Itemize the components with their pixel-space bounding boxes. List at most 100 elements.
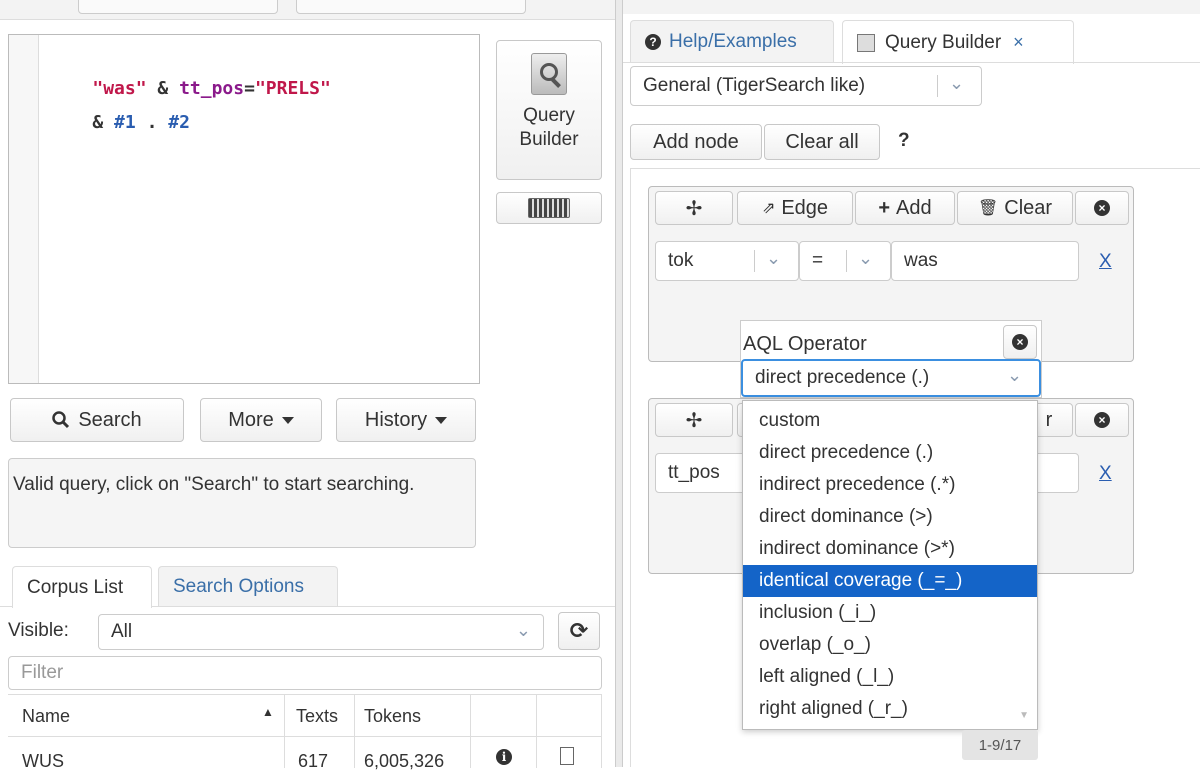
clear-all-button[interactable]: Clear all [764,124,880,160]
move-node-button[interactable]: ✢ [655,191,733,225]
visible-value: All [111,621,133,642]
times-circle-icon: × [1012,334,1028,350]
refresh-icon: ⟳ [569,618,589,643]
top-strip-button-left[interactable] [78,0,278,14]
info-icon[interactable]: i [496,749,512,765]
dropdown-option[interactable]: direct dominance (>) [743,501,1037,533]
sort-up-icon: ▲ [262,705,274,719]
column-header-texts[interactable]: Texts [296,703,338,729]
query-builder-label-1: Query [523,105,575,126]
dropdown-option[interactable]: left aligned (_l_) [743,661,1037,693]
refresh-button[interactable]: ⟳ [558,612,600,650]
column-header-name[interactable]: Name [22,703,70,729]
dropdown-option[interactable]: identical coverage (_=_) [743,565,1037,597]
table-row[interactable]: WUS 617 6,005,326 i [8,737,602,771]
dropdown-option[interactable]: indirect dominance (>*) [743,533,1037,565]
token-ref-1: #1 [114,112,136,133]
token-ref-2: #2 [168,112,190,133]
tab-query-builder[interactable]: Query Builder × [842,20,1074,64]
query-editor[interactable]: "was" & tt_pos="PRELS" & #1 . #2 [8,34,480,384]
builder-help-link[interactable]: ? [898,130,910,152]
add-node-button[interactable]: Add node [630,124,762,160]
select-divider [937,75,938,97]
dropdown-option[interactable]: overlap (_o_) [743,629,1037,661]
remove-node-button[interactable]: × [1075,191,1129,225]
chevron-down-icon: ⌄ [766,248,782,268]
visible-label: Visible: [8,620,69,641]
close-operator-button[interactable]: × [1003,325,1037,359]
query-builder-label-2: Builder [519,129,579,150]
keyboard-button[interactable] [496,192,602,224]
attribute-select[interactable]: tok ⌄ [655,241,799,281]
token-and-2: & [92,112,115,133]
top-strip-button-right[interactable] [296,0,526,14]
tab-help-examples-label: Help/Examples [669,30,797,52]
dropdown-option[interactable]: direct precedence (.) [743,437,1037,469]
dropdown-option[interactable]: inclusion (_i_) [743,597,1037,629]
tab-search-options[interactable]: Search Options [158,566,338,606]
chevron-down-icon: ⌄ [858,248,874,268]
status-message-box: Valid query, click on "Search" to start … [8,458,476,548]
tab-corpus-list[interactable]: Corpus List [12,566,152,608]
query-builder-button[interactable]: Query Builder [496,40,602,180]
aql-operator-panel: AQL Operator × direct precedence (.) ⌄ [740,320,1042,398]
aql-operator-title: AQL Operator [743,333,867,355]
move-node-button[interactable]: ✢ [655,403,733,437]
dropdown-option[interactable]: indirect precedence (.*) [743,469,1037,501]
chevron-down-icon [435,416,448,424]
attribute-select[interactable]: tt_pos [655,453,751,493]
search-icon [52,411,70,429]
value-input[interactable]: was [891,241,1079,281]
corpus-table: Name ▲ Texts Tokens WUS 617 6,005,326 i [8,694,602,771]
tab-search-options-label: Search Options [173,575,304,597]
chevron-down-icon: ⌄ [1007,365,1023,385]
right-top-strip [623,0,1200,14]
token-equals: = [244,78,255,99]
search-label: Search [78,408,142,431]
tab-query-builder-label: Query Builder [885,31,1002,53]
token-dot: . [135,112,169,133]
remove-attribute-link[interactable]: X [1099,463,1112,485]
mode-value: General (TigerSearch like) [643,75,866,96]
dropdown-option[interactable]: right aligned (_r_) [743,693,1037,725]
column-header-tokens[interactable]: Tokens [364,703,421,729]
filter-placeholder: Filter [21,662,64,683]
editor-gutter [9,35,39,383]
select-divider [846,250,847,272]
search-button[interactable]: Search [10,398,184,442]
tab-help-examples[interactable]: ? Help/Examples [630,20,834,62]
close-icon[interactable]: × [1013,32,1024,53]
query-builder-tab-icon [857,33,875,52]
right-tabs-baseline [623,62,1200,63]
remove-attribute-link[interactable]: X [1099,251,1112,273]
move-icon: ✢ [685,197,703,220]
visible-select[interactable]: All ⌄ [98,614,544,650]
corpus-name: WUS [22,751,64,771]
scroll-down-icon[interactable]: ▼ [1019,710,1029,721]
select-divider [754,250,755,272]
chevron-down-icon: ⌄ [949,73,965,93]
document-icon[interactable] [560,747,574,765]
more-button[interactable]: More [200,398,322,442]
edge-button[interactable]: ⇗ Edge [737,191,853,225]
history-button[interactable]: History [336,398,476,442]
mode-select[interactable]: General (TigerSearch like) ⌄ [630,66,982,106]
operator-select[interactable]: = ⌄ [799,241,891,281]
panel-divider[interactable] [615,0,623,767]
remove-node-button[interactable]: × [1075,403,1129,437]
plus-icon: + [878,196,891,219]
aql-operator-select[interactable]: direct precedence (.) ⌄ [741,359,1041,397]
dropdown-option[interactable]: custom [743,405,1037,437]
corpus-texts: 617 [298,751,329,771]
query-builder-icon [531,53,567,95]
chevron-down-icon [281,416,294,424]
filter-input[interactable]: Filter [8,656,602,690]
chevron-down-icon: ⌄ [515,620,531,640]
keyboard-icon [528,198,570,218]
more-label: More [228,408,274,431]
aql-operator-dropdown[interactable]: custom direct precedence (.) indirect prec… [742,400,1038,730]
move-icon: ✢ [685,409,703,432]
clear-node-button[interactable]: 🗑 Clear [957,191,1073,225]
add-attribute-button[interactable]: + Add [855,191,955,225]
editor-line-2: & #1 . #2 [49,91,190,154]
